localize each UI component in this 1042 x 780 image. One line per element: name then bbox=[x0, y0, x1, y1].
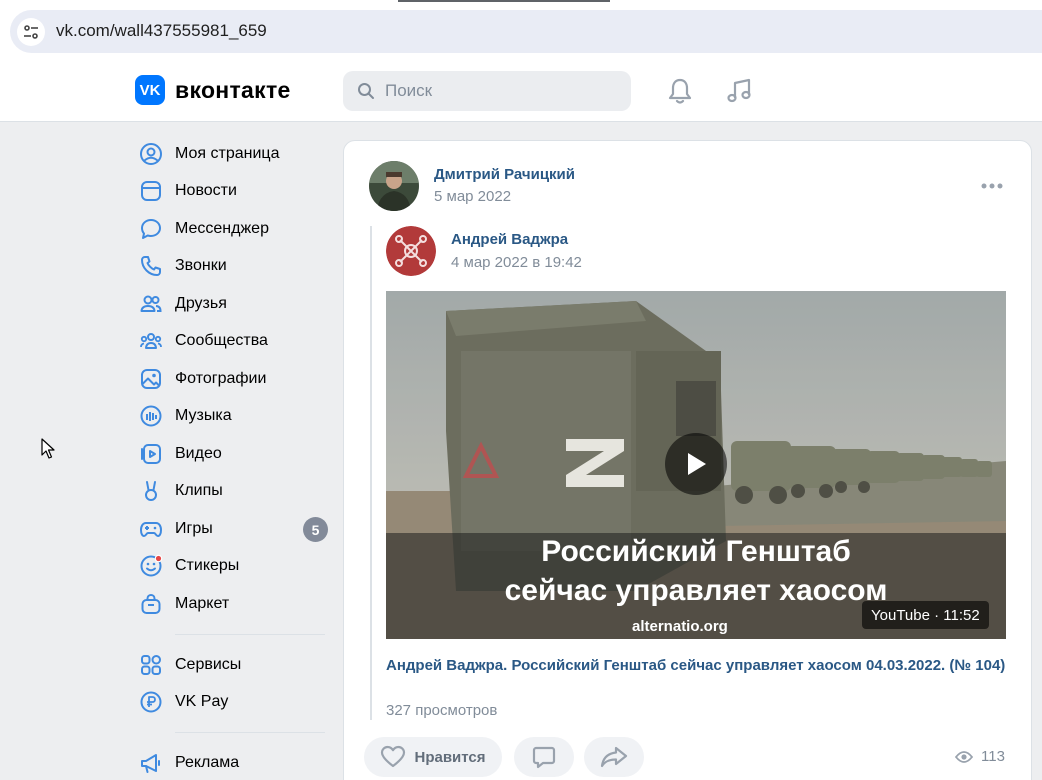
search-icon bbox=[358, 83, 374, 99]
heart-icon bbox=[381, 745, 406, 768]
sidebar-item-calls[interactable]: Звонки bbox=[135, 248, 330, 284]
comment-button[interactable] bbox=[514, 737, 574, 777]
sidebar-item-messenger[interactable]: Мессенджер bbox=[135, 211, 330, 247]
video-icon bbox=[137, 440, 165, 468]
music-icon bbox=[137, 402, 165, 430]
video-overlay-site: alternatio.org bbox=[632, 618, 728, 635]
sidebar-item-label: Друзья bbox=[175, 295, 227, 312]
author-avatar[interactable] bbox=[369, 161, 419, 211]
search-box[interactable] bbox=[343, 71, 631, 111]
message-icon bbox=[137, 215, 165, 243]
stickers-icon bbox=[137, 552, 165, 580]
sidebar-item-communities[interactable]: Сообщества bbox=[135, 323, 330, 359]
bell-icon[interactable] bbox=[664, 75, 696, 107]
sidebar-item-ads[interactable]: Реклама bbox=[135, 745, 330, 780]
sidebar-item-label: Новости bbox=[175, 182, 237, 199]
video-views: 327 просмотров bbox=[386, 702, 498, 719]
site-info-icon[interactable] bbox=[17, 18, 45, 46]
sidebar-item-label: Фотографии bbox=[175, 370, 267, 387]
services-icon bbox=[137, 651, 165, 679]
sidebar-item-games[interactable]: Игры 5 bbox=[135, 511, 330, 547]
post-date[interactable]: 5 мар 2022 bbox=[434, 188, 511, 205]
market-icon bbox=[137, 590, 165, 618]
repost-date[interactable]: 4 мар 2022 в 19:42 bbox=[451, 254, 582, 271]
share-button[interactable] bbox=[584, 737, 644, 777]
url-text[interactable]: vk.com/wall437555981_659 bbox=[56, 21, 267, 41]
sidebar-item-my-page[interactable]: Моя страница bbox=[135, 136, 330, 172]
mouse-cursor-icon bbox=[41, 438, 55, 465]
sidebar-item-label: Игры bbox=[175, 520, 213, 537]
photo-icon bbox=[137, 365, 165, 393]
sidebar-item-friends[interactable]: Друзья bbox=[135, 286, 330, 322]
sidebar-divider bbox=[175, 634, 325, 635]
sidebar-item-video[interactable]: Видео bbox=[135, 436, 330, 472]
play-button-icon[interactable] bbox=[665, 433, 727, 495]
sidebar-divider bbox=[175, 732, 325, 733]
like-button[interactable]: Нравится bbox=[364, 737, 502, 777]
view-count-value: 113 bbox=[981, 748, 1005, 765]
vk-logo-text: вконтакте bbox=[175, 76, 291, 103]
sidebar-item-music[interactable]: Музыка bbox=[135, 398, 330, 434]
vkpay-icon bbox=[137, 688, 165, 716]
sidebar-item-label: Музыка bbox=[175, 407, 232, 424]
sidebar-item-vkpay[interactable]: VK Pay bbox=[135, 684, 330, 720]
sidebar-item-label: Видео bbox=[175, 445, 222, 462]
sidebar-item-services[interactable]: Сервисы bbox=[135, 647, 330, 683]
like-label: Нравится bbox=[414, 748, 486, 766]
sidebar-item-news[interactable]: Новости bbox=[135, 173, 330, 209]
share-icon bbox=[600, 746, 628, 768]
post-author-name[interactable]: Дмитрий Рачицкий bbox=[434, 166, 575, 183]
repost-author-avatar[interactable] bbox=[386, 226, 436, 276]
sidebar-item-label: Стикеры bbox=[175, 557, 240, 574]
sidebar-item-stickers[interactable]: Стикеры bbox=[135, 548, 330, 584]
search-input[interactable] bbox=[385, 81, 615, 101]
more-options-icon[interactable] bbox=[980, 176, 1004, 196]
sidebar-item-photos[interactable]: Фотографии bbox=[135, 361, 330, 397]
sidebar-item-label: Сообщества bbox=[175, 332, 268, 349]
sidebar-item-label: Мессенджер bbox=[175, 220, 269, 237]
video-duration-badge: YouTube · 11:52 bbox=[862, 601, 989, 629]
news-icon bbox=[137, 177, 165, 205]
phone-icon bbox=[137, 252, 165, 280]
sidebar-item-market[interactable]: Маркет bbox=[135, 586, 330, 622]
sidebar-item-clips[interactable]: Клипы bbox=[135, 473, 330, 509]
eye-icon bbox=[955, 750, 973, 763]
sidebar-item-label: Клипы bbox=[175, 482, 223, 499]
friends-icon bbox=[137, 290, 165, 318]
video-title-link[interactable]: Андрей Ваджра. Российский Генштаб сейчас… bbox=[386, 654, 1006, 677]
user-circle-icon bbox=[137, 140, 165, 168]
vk-logo[interactable]: VK вконтакте bbox=[135, 75, 291, 105]
post-view-count: 113 bbox=[955, 748, 1005, 765]
comment-icon bbox=[532, 746, 556, 769]
music-icon[interactable] bbox=[723, 75, 755, 107]
clips-icon bbox=[137, 477, 165, 505]
communities-icon bbox=[137, 327, 165, 355]
sidebar-item-label: VK Pay bbox=[175, 693, 229, 710]
sidebar-item-label: Звонки bbox=[175, 257, 227, 274]
vk-logo-mark: VK bbox=[135, 75, 165, 105]
sidebar-item-label: Реклама bbox=[175, 754, 240, 771]
sidebar-item-label: Сервисы bbox=[175, 656, 242, 673]
sidebar-item-label: Маркет bbox=[175, 595, 230, 612]
games-badge: 5 bbox=[303, 517, 328, 542]
video-overlay-line1: Российский Генштаб bbox=[541, 535, 851, 568]
repost-indent-line bbox=[370, 226, 372, 720]
games-icon bbox=[137, 515, 165, 543]
sidebar-item-label: Моя страница bbox=[175, 145, 280, 162]
repost-author-name[interactable]: Андрей Ваджра bbox=[451, 231, 568, 248]
megaphone-icon bbox=[137, 749, 165, 777]
active-tab-indicator bbox=[398, 0, 610, 2]
